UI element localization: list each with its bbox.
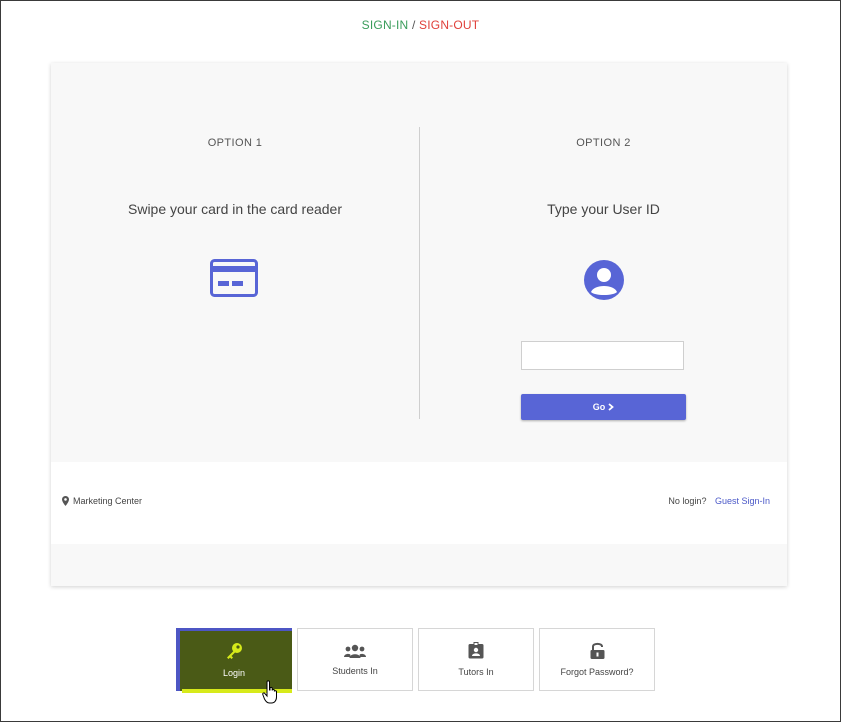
- sign-in-title: SIGN-IN: [361, 18, 409, 32]
- go-button-label: Go: [592, 402, 606, 412]
- map-marker-icon: [62, 496, 69, 506]
- tile-label: Forgot Password?: [560, 667, 634, 677]
- location-label: Marketing Center: [73, 496, 143, 506]
- tile-tutors-in[interactable]: Tutors In: [418, 628, 534, 691]
- credit-card-icon: [210, 259, 258, 297]
- go-button[interactable]: Go: [521, 394, 686, 420]
- login-card: OPTION 1 Swipe your card in the card rea…: [51, 63, 787, 586]
- option-2-heading: Type your User ID: [547, 201, 660, 217]
- page-title: SIGN-IN / SIGN-OUT: [0, 18, 841, 32]
- id-badge-icon: [468, 642, 484, 659]
- tile-label: Tutors In: [458, 667, 494, 677]
- tile-forgot-password[interactable]: Forgot Password?: [539, 628, 655, 691]
- users-icon: [344, 644, 366, 658]
- tile-students-in[interactable]: Students In: [297, 628, 413, 691]
- option-divider: [419, 127, 420, 419]
- option-2-label: OPTION 2: [576, 137, 631, 149]
- unlock-icon: [590, 642, 604, 659]
- user-id-input[interactable]: [521, 341, 684, 370]
- tile-label: Students In: [332, 665, 378, 676]
- key-icon: [227, 642, 242, 659]
- hand-pointer-cursor: [262, 680, 277, 704]
- location-info: Marketing Center: [62, 496, 142, 506]
- tile-label: Login: [222, 667, 246, 678]
- option-1-heading: Swipe your card in the card reader: [128, 201, 342, 217]
- option-1-label: OPTION 1: [207, 137, 263, 149]
- chevron-right-icon: [608, 403, 615, 411]
- guest-signin-link[interactable]: Guest Sign-In: [715, 496, 770, 506]
- guest-signin-line: No login? Guest Sign-In: [668, 496, 770, 506]
- no-login-text: No login?: [668, 496, 707, 506]
- sign-out-title: SIGN-OUT: [419, 18, 480, 32]
- user-circle-icon: [584, 260, 624, 300]
- title-separator: /: [411, 18, 416, 32]
